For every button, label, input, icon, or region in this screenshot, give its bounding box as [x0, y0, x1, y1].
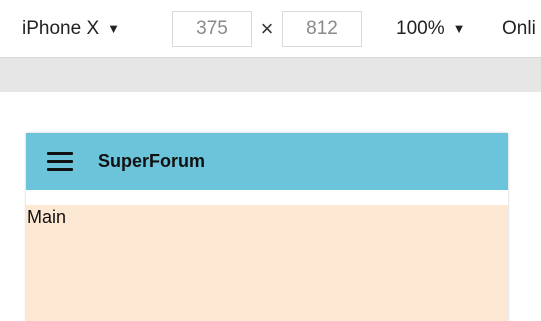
hamburger-menu-icon[interactable]: [47, 152, 73, 172]
throttle-label: Onli: [502, 17, 536, 39]
emulated-device-screen: SuperForum Main: [26, 133, 508, 321]
zoom-caret-icon: ▼: [452, 21, 466, 36]
width-input[interactable]: 375: [172, 11, 252, 47]
devtools-device-toolbar: iPhone X ▼ 375 × 812 100% ▼ Onli: [0, 0, 541, 58]
app-header: SuperForum: [26, 133, 508, 190]
height-input[interactable]: 812: [282, 11, 362, 47]
zoom-value: 100%: [396, 17, 445, 39]
main-content: Main: [26, 205, 508, 321]
zoom-select[interactable]: 100% ▼: [396, 0, 465, 57]
app-title[interactable]: SuperForum: [98, 133, 205, 190]
main-label: Main: [27, 207, 67, 227]
throttle-select[interactable]: Onli: [502, 0, 536, 57]
device-select[interactable]: iPhone X ▼: [22, 0, 120, 57]
media-query-bar[interactable]: [0, 58, 541, 92]
device-name: iPhone X: [22, 17, 100, 39]
device-caret-icon: ▼: [107, 21, 120, 36]
dimension-separator-icon: ×: [260, 15, 274, 41]
header-spacer: [26, 190, 508, 205]
